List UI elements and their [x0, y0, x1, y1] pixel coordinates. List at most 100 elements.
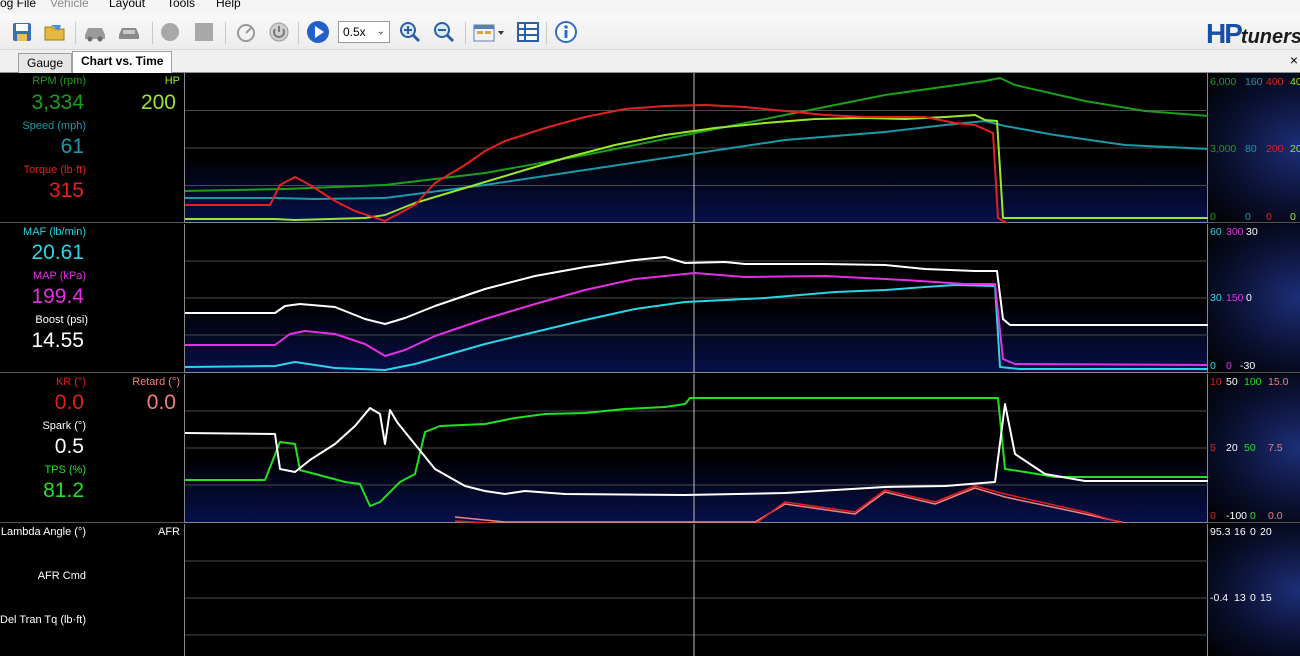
p4-scale-afr-mid: 13	[1234, 592, 1246, 604]
p4-scale-deltq-max: 0	[1250, 526, 1256, 538]
p2-scale-map-min: 0	[1226, 360, 1232, 372]
p3-scale-kr-max: 10	[1210, 376, 1222, 388]
torque-series-line	[185, 104, 1008, 223]
p2-scale-maf-min: 0	[1210, 360, 1216, 372]
p4-scale-lambda-max: 95.3	[1210, 526, 1231, 538]
close-icon[interactable]: ×	[1290, 52, 1298, 68]
map-label: MAP (kPa)	[33, 270, 86, 282]
p3-scale-retard-min: 0.0	[1268, 510, 1283, 522]
p2-scale-boost-mid: 0	[1246, 292, 1252, 304]
p4-scale-afr-max: 16	[1234, 526, 1246, 538]
panel2-plot[interactable]	[184, 224, 1209, 373]
kr-value: 0.0	[54, 391, 84, 414]
p3-scale-retard-max: 15.0	[1268, 376, 1289, 388]
p3-scale-tps-min: 0	[1250, 510, 1256, 522]
p3-scale-kr-min: 0	[1210, 510, 1216, 522]
panel4-svg	[185, 524, 1209, 656]
p1-scale-speed-max: 160	[1245, 76, 1263, 88]
tab-gauge[interactable]: Gauge	[18, 53, 73, 73]
chart-layout-icon[interactable]	[516, 20, 540, 44]
p2-scale-maf-max: 60	[1210, 226, 1222, 238]
panel2-scale: 60 300 30 30 150 0 0 0 -30	[1208, 224, 1300, 373]
save-icon[interactable]	[10, 20, 34, 44]
info-icon[interactable]	[554, 20, 578, 44]
menu-bar: og File Vehicle Layout Tools Help	[0, 0, 1300, 14]
menu-tools[interactable]: Tools	[167, 0, 195, 9]
hp-value: 200	[140, 91, 176, 114]
afr-cmd-label: AFR Cmd	[37, 570, 86, 582]
play-icon[interactable]	[306, 20, 330, 44]
panel4-labels: Lambda Angle (°) AFR AFR Cmd Del Tran Tq…	[0, 524, 184, 656]
p1-scale-torque-mid: 200	[1266, 143, 1284, 155]
vehicle-connect-icon	[82, 20, 106, 44]
map-value: 199.4	[31, 285, 84, 308]
panel3-svg	[185, 374, 1209, 523]
boost-label: Boost (psi)	[35, 314, 88, 326]
panel1-scale: 6,000 160 400 40 3,000 80 200 20 0 0 0 0	[1208, 73, 1300, 223]
p1-scale-speed-mid: 80	[1245, 143, 1257, 155]
p2-scale-maf-mid: 30	[1210, 292, 1222, 304]
tab-strip: Gauge Chart vs. Time	[0, 50, 1300, 73]
p4-scale-afrcmd-mid: 15	[1260, 592, 1272, 604]
tps-series-line	[185, 397, 1209, 507]
chevron-down-icon: ⌄	[376, 26, 385, 37]
panel1-plot[interactable]	[184, 73, 1209, 223]
p3-scale-spark-max: 50	[1226, 376, 1238, 388]
del-tran-tq-label: Del Tran Tq (lb·ft)	[0, 614, 86, 626]
menu-vehicle[interactable]: Vehicle	[50, 0, 89, 9]
tps-label: TPS (%)	[44, 464, 86, 476]
record-icon	[158, 20, 182, 44]
panel1-svg	[185, 73, 1209, 223]
hp-label: HP	[164, 75, 180, 87]
panel4-plot[interactable]	[184, 524, 1209, 656]
p3-scale-tps-max: 100	[1244, 376, 1262, 388]
panel2-labels: MAF (lb/min) 20.61 MAP (kPa) 199.4 Boost…	[0, 224, 184, 373]
p2-scale-boost-min: -30	[1240, 360, 1256, 372]
menu-help[interactable]: Help	[216, 0, 241, 9]
p1-scale-hp-mid: 20	[1290, 143, 1300, 155]
p1-scale-rpm-min: 0	[1210, 211, 1216, 223]
menu-layout[interactable]: Layout	[109, 0, 145, 9]
spark-label: Spark (°)	[42, 420, 86, 432]
p1-scale-rpm-mid: 3,000	[1210, 143, 1237, 155]
rpm-label: RPM (rpm)	[32, 75, 86, 87]
p4-scale-lambda-mid: -0.4	[1210, 592, 1229, 604]
tab-chart-vs-time[interactable]: Chart vs. Time	[72, 51, 173, 73]
zoom-select[interactable]: 0.5x ⌄	[338, 21, 390, 43]
tps-value: 81.2	[43, 479, 84, 502]
p4-scale-deltq-mid: 0	[1250, 592, 1256, 604]
p4-scale-afrcmd-max: 20	[1260, 526, 1272, 538]
p1-scale-torque-max: 400	[1266, 76, 1284, 88]
panel3-plot[interactable]	[184, 374, 1209, 523]
zoom-in-icon[interactable]	[398, 20, 422, 44]
retard-label: Retard (°)	[132, 376, 180, 388]
retard-value: 0.0	[146, 391, 176, 414]
p2-scale-map-mid: 150	[1226, 292, 1244, 304]
panel4-scale: 95.3 16 0 20 -0.4 13 0 15	[1208, 524, 1300, 656]
speed-value: 61	[60, 135, 84, 158]
torque-value: 315	[48, 179, 84, 202]
layout-menu-icon[interactable]	[472, 20, 506, 44]
torque-label: Torque (lb·ft)	[23, 164, 86, 176]
p3-scale-retard-mid: 7.5	[1268, 442, 1283, 454]
kr-label: KR (°)	[55, 376, 86, 388]
zoom-value: 0.5x	[343, 25, 366, 39]
speed-label: Speed (mph)	[22, 120, 86, 132]
spark-series-line	[185, 403, 1209, 496]
afr-label: AFR	[158, 526, 180, 538]
lambda-label: Lambda Angle (°)	[0, 526, 86, 538]
p1-scale-hp-min: 0	[1290, 211, 1296, 223]
p2-scale-map-max: 300	[1226, 226, 1244, 238]
menu-log-file[interactable]: og File	[0, 0, 36, 9]
maf-value: 20.61	[31, 241, 84, 264]
panel3-labels: KR (°) 0.0 Retard (°) 0.0 Spark (°) 0.5 …	[0, 374, 184, 523]
boost-series-line	[185, 256, 1209, 326]
hp-series-line	[185, 114, 1209, 221]
open-folder-icon[interactable]	[43, 20, 67, 44]
p3-scale-kr-mid: 5	[1210, 442, 1216, 454]
toolbar: 0.5x ⌄	[0, 14, 1300, 50]
panel3-scale: 10 50 100 15.0 5 20 50 7.5 0 -100 0 0.0	[1208, 374, 1300, 523]
zoom-out-icon[interactable]	[432, 20, 456, 44]
panel2-svg	[185, 224, 1209, 373]
stop-icon	[192, 20, 216, 44]
